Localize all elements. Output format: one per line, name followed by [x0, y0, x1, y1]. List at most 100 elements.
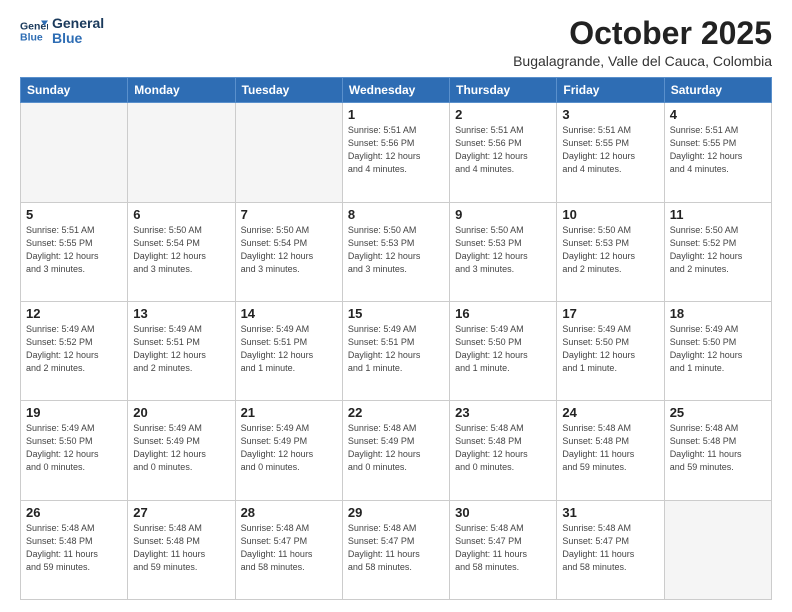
calendar-cell: 19 Sunrise: 5:49 AM Sunset: 5:50 PM Dayli… [21, 401, 128, 500]
day-info: Sunrise: 5:49 AM Sunset: 5:52 PM Dayligh… [26, 323, 122, 375]
day-info: Sunrise: 5:49 AM Sunset: 5:51 PM Dayligh… [348, 323, 444, 375]
calendar-cell: 31Sunrise: 5:48 AM Sunset: 5:47 PM Dayli… [557, 500, 664, 599]
day-header-sunday: Sunday [21, 78, 128, 103]
calendar-cell: 28 Sunrise: 5:48 AM Sunset: 5:47 PM Dayli… [235, 500, 342, 599]
calendar-week-1: 5Sunrise: 5:51 AM Sunset: 5:55 PM Daylig… [21, 202, 772, 301]
day-info: Sunrise: 5:50 AM Sunset: 5:53 PM Dayligh… [348, 224, 444, 276]
title-block: October 2025 Bugalagrande, Valle del Cau… [513, 16, 772, 69]
day-info: Sunrise: 5:51 AM Sunset: 5:55 PM Dayligh… [562, 124, 658, 176]
day-info: Sunrise: 5:49 AM Sunset: 5:50 PM Dayligh… [26, 422, 122, 474]
day-info: Sunrise: 5:49 AM Sunset: 5:50 PM Dayligh… [562, 323, 658, 375]
calendar-cell: 15 Sunrise: 5:49 AM Sunset: 5:51 PM Dayli… [342, 301, 449, 400]
day-info: Sunrise: 5:48 AM Sunset: 5:48 PM Dayligh… [133, 522, 229, 574]
day-number: 7 [241, 207, 337, 222]
day-info: Sunrise: 5:48 AM Sunset: 5:48 PM Dayligh… [455, 422, 551, 474]
calendar-cell: 26Sunrise: 5:48 AM Sunset: 5:48 PM Dayli… [21, 500, 128, 599]
calendar-week-4: 26Sunrise: 5:48 AM Sunset: 5:48 PM Dayli… [21, 500, 772, 599]
day-number: 14 [241, 306, 337, 321]
day-header-wednesday: Wednesday [342, 78, 449, 103]
day-info: Sunrise: 5:49 AM Sunset: 5:51 PM Dayligh… [133, 323, 229, 375]
calendar-cell: 17 Sunrise: 5:49 AM Sunset: 5:50 PM Dayli… [557, 301, 664, 400]
day-info: Sunrise: 5:49 AM Sunset: 5:49 PM Dayligh… [133, 422, 229, 474]
calendar-cell: 21 Sunrise: 5:49 AM Sunset: 5:49 PM Dayli… [235, 401, 342, 500]
day-number: 21 [241, 405, 337, 420]
day-info: Sunrise: 5:51 AM Sunset: 5:55 PM Dayligh… [670, 124, 766, 176]
day-number: 30 [455, 505, 551, 520]
calendar-cell: 6Sunrise: 5:50 AM Sunset: 5:54 PM Daylig… [128, 202, 235, 301]
day-info: Sunrise: 5:51 AM Sunset: 5:56 PM Dayligh… [348, 124, 444, 176]
day-number: 17 [562, 306, 658, 321]
day-info: Sunrise: 5:50 AM Sunset: 5:54 PM Dayligh… [133, 224, 229, 276]
calendar-cell: 1Sunrise: 5:51 AM Sunset: 5:56 PM Daylig… [342, 103, 449, 202]
day-info: Sunrise: 5:48 AM Sunset: 5:47 PM Dayligh… [562, 522, 658, 574]
day-number: 10 [562, 207, 658, 222]
day-number: 4 [670, 107, 766, 122]
calendar-cell: 14 Sunrise: 5:49 AM Sunset: 5:51 PM Dayli… [235, 301, 342, 400]
calendar-table: SundayMondayTuesdayWednesdayThursdayFrid… [20, 77, 772, 600]
calendar-cell: 24Sunrise: 5:48 AM Sunset: 5:48 PM Dayli… [557, 401, 664, 500]
calendar-cell: 4 Sunrise: 5:51 AM Sunset: 5:55 PM Daylig… [664, 103, 771, 202]
day-info: Sunrise: 5:49 AM Sunset: 5:50 PM Dayligh… [455, 323, 551, 375]
day-header-thursday: Thursday [450, 78, 557, 103]
day-number: 12 [26, 306, 122, 321]
day-info: Sunrise: 5:51 AM Sunset: 5:55 PM Dayligh… [26, 224, 122, 276]
day-info: Sunrise: 5:48 AM Sunset: 5:48 PM Dayligh… [562, 422, 658, 474]
day-info: Sunrise: 5:48 AM Sunset: 5:47 PM Dayligh… [241, 522, 337, 574]
day-info: Sunrise: 5:48 AM Sunset: 5:49 PM Dayligh… [348, 422, 444, 474]
calendar-cell: 29Sunrise: 5:48 AM Sunset: 5:47 PM Dayli… [342, 500, 449, 599]
day-number: 9 [455, 207, 551, 222]
calendar-cell: 30 Sunrise: 5:48 AM Sunset: 5:47 PM Dayli… [450, 500, 557, 599]
day-header-tuesday: Tuesday [235, 78, 342, 103]
calendar-cell [21, 103, 128, 202]
calendar-header-row: SundayMondayTuesdayWednesdayThursdayFrid… [21, 78, 772, 103]
day-number: 3 [562, 107, 658, 122]
calendar-cell [128, 103, 235, 202]
calendar-cell: 8 Sunrise: 5:50 AM Sunset: 5:53 PM Daylig… [342, 202, 449, 301]
calendar-cell: 27 Sunrise: 5:48 AM Sunset: 5:48 PM Dayli… [128, 500, 235, 599]
day-number: 27 [133, 505, 229, 520]
day-number: 23 [455, 405, 551, 420]
calendar-cell: 23 Sunrise: 5:48 AM Sunset: 5:48 PM Dayli… [450, 401, 557, 500]
calendar-cell: 12 Sunrise: 5:49 AM Sunset: 5:52 PM Dayli… [21, 301, 128, 400]
calendar-week-2: 12 Sunrise: 5:49 AM Sunset: 5:52 PM Dayli… [21, 301, 772, 400]
calendar-cell: 20 Sunrise: 5:49 AM Sunset: 5:49 PM Dayli… [128, 401, 235, 500]
calendar-week-3: 19 Sunrise: 5:49 AM Sunset: 5:50 PM Dayli… [21, 401, 772, 500]
day-number: 8 [348, 207, 444, 222]
calendar-cell: 18Sunrise: 5:49 AM Sunset: 5:50 PM Dayli… [664, 301, 771, 400]
calendar-cell: 10Sunrise: 5:50 AM Sunset: 5:53 PM Dayli… [557, 202, 664, 301]
calendar-cell: 9 Sunrise: 5:50 AM Sunset: 5:53 PM Daylig… [450, 202, 557, 301]
month-title: October 2025 [513, 16, 772, 51]
calendar-week-0: 1Sunrise: 5:51 AM Sunset: 5:56 PM Daylig… [21, 103, 772, 202]
day-info: Sunrise: 5:51 AM Sunset: 5:56 PM Dayligh… [455, 124, 551, 176]
day-info: Sunrise: 5:48 AM Sunset: 5:47 PM Dayligh… [455, 522, 551, 574]
day-info: Sunrise: 5:49 AM Sunset: 5:51 PM Dayligh… [241, 323, 337, 375]
calendar-cell: 22 Sunrise: 5:48 AM Sunset: 5:49 PM Dayli… [342, 401, 449, 500]
day-header-friday: Friday [557, 78, 664, 103]
day-number: 2 [455, 107, 551, 122]
day-info: Sunrise: 5:48 AM Sunset: 5:48 PM Dayligh… [670, 422, 766, 474]
day-number: 22 [348, 405, 444, 420]
day-number: 13 [133, 306, 229, 321]
day-number: 16 [455, 306, 551, 321]
calendar-cell: 3 Sunrise: 5:51 AM Sunset: 5:55 PM Daylig… [557, 103, 664, 202]
day-number: 25 [670, 405, 766, 420]
logo-blue: Blue [52, 31, 104, 46]
page: General Blue General Blue October 2025 B… [0, 0, 792, 612]
logo: General Blue General Blue [20, 16, 104, 47]
svg-text:Blue: Blue [20, 32, 43, 44]
calendar-cell: 25 Sunrise: 5:48 AM Sunset: 5:48 PM Dayli… [664, 401, 771, 500]
day-info: Sunrise: 5:49 AM Sunset: 5:50 PM Dayligh… [670, 323, 766, 375]
day-info: Sunrise: 5:50 AM Sunset: 5:52 PM Dayligh… [670, 224, 766, 276]
calendar-cell: 16 Sunrise: 5:49 AM Sunset: 5:50 PM Dayli… [450, 301, 557, 400]
day-info: Sunrise: 5:50 AM Sunset: 5:53 PM Dayligh… [455, 224, 551, 276]
day-number: 28 [241, 505, 337, 520]
day-number: 11 [670, 207, 766, 222]
day-number: 19 [26, 405, 122, 420]
day-number: 15 [348, 306, 444, 321]
day-info: Sunrise: 5:49 AM Sunset: 5:49 PM Dayligh… [241, 422, 337, 474]
calendar-cell [235, 103, 342, 202]
day-header-saturday: Saturday [664, 78, 771, 103]
day-number: 20 [133, 405, 229, 420]
day-info: Sunrise: 5:48 AM Sunset: 5:47 PM Dayligh… [348, 522, 444, 574]
logo-icon: General Blue [20, 17, 48, 45]
